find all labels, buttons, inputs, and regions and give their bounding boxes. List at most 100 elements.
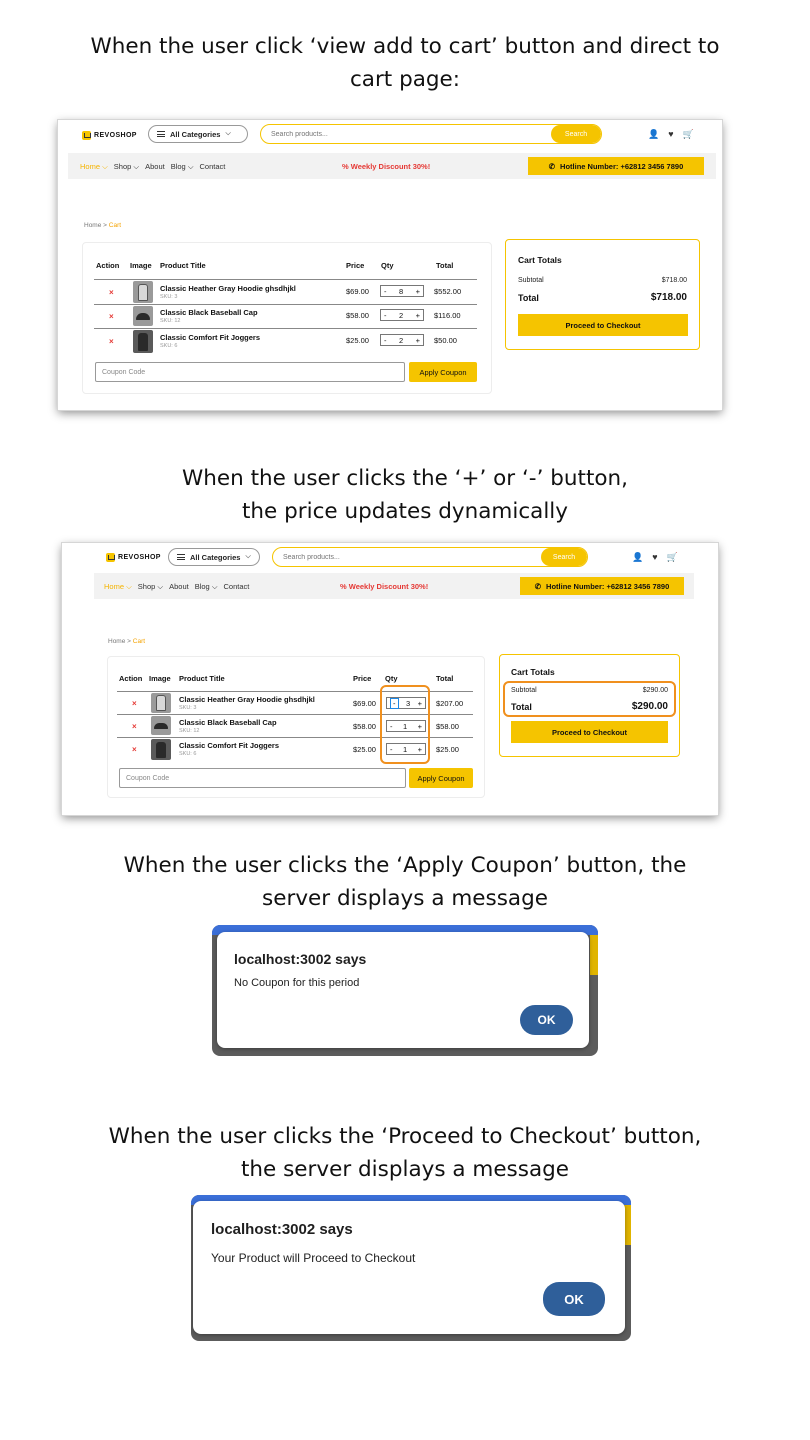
qty-plus-button[interactable]: + — [418, 722, 422, 731]
all-categories-dropdown[interactable]: All Categories ⌵ — [168, 548, 260, 566]
nav-about[interactable]: About — [145, 162, 165, 172]
qty-plus-button[interactable]: + — [418, 745, 422, 754]
user-icon[interactable]: 👤 — [632, 552, 643, 563]
qty-plus-button[interactable]: + — [418, 699, 422, 708]
proceed-to-checkout-button[interactable]: Proceed to Checkout — [511, 721, 668, 743]
coupon-code-input[interactable]: Coupon Code — [95, 362, 405, 382]
header-image: Image — [149, 674, 171, 683]
product-title[interactable]: Classic Black Baseball Cap — [179, 718, 277, 727]
cart-page-screenshot-1: REVOSHOP All Categories ⌵ Search 👤 ♥ 🛒 H… — [58, 120, 722, 410]
product-title[interactable]: Classic Comfort Fit Joggers — [179, 741, 279, 750]
qty-plus-button[interactable]: + — [416, 287, 420, 296]
row-divider — [94, 328, 477, 329]
remove-item-button[interactable]: × — [109, 288, 114, 297]
menu-icon — [177, 554, 185, 560]
qty-plus-button[interactable]: + — [416, 336, 420, 345]
hotline-label: Hotline Number: +62812 3456 7890 — [560, 161, 684, 171]
qty-value: 2 — [398, 310, 404, 320]
nav-home[interactable]: Home ⌵ — [80, 162, 108, 172]
search-button[interactable]: Search — [551, 125, 601, 143]
product-title[interactable]: Classic Heather Gray Hoodie ghsdhjkl — [179, 695, 315, 704]
remove-item-button[interactable]: × — [132, 699, 137, 708]
breadcrumb-home[interactable]: Home — [84, 222, 101, 229]
cart-icon[interactable]: 🛒 — [667, 552, 678, 563]
quantity-stepper: - 2 + — [380, 309, 424, 321]
heart-icon[interactable]: ♥ — [668, 129, 673, 140]
nav-bar: Home ⌵ Shop ⌵ About Blog ⌵ Contact % Wee… — [68, 153, 716, 179]
qty-minus-button[interactable]: - — [384, 311, 387, 320]
site-logo[interactable]: REVOSHOP — [106, 553, 161, 562]
product-image-joggers — [133, 330, 153, 353]
qty-value: 8 — [398, 286, 404, 296]
heart-icon[interactable]: ♥ — [652, 552, 657, 563]
nav-blog[interactable]: Blog ⌵ — [171, 162, 194, 172]
search-bar: Search — [260, 124, 602, 144]
header-icons: 👤 ♥ 🛒 — [648, 129, 694, 140]
cart-page-screenshot-2: REVOSHOP All Categories ⌵ Search 👤 ♥ 🛒 H… — [62, 543, 718, 815]
nav-shop[interactable]: Shop ⌵ — [138, 582, 163, 592]
caption-coupon-line2: server displays a message — [262, 886, 548, 911]
row-divider — [94, 279, 477, 280]
remove-item-button[interactable]: × — [132, 722, 137, 731]
remove-item-button[interactable]: × — [109, 337, 114, 346]
caption-qty-line1: When the user clicks the ‘+’ or ‘-’ butt… — [182, 466, 628, 491]
cart-icon[interactable]: 🛒 — [683, 129, 694, 140]
phone-icon: ✆ — [534, 581, 542, 591]
nav-blog[interactable]: Blog ⌵ — [195, 582, 218, 592]
breadcrumb-home[interactable]: Home — [108, 638, 125, 645]
search-input[interactable] — [261, 130, 551, 138]
row-total: $207.00 — [436, 699, 464, 708]
top-bar: REVOSHOP All Categories ⌵ Search 👤 ♥ 🛒 — [62, 543, 718, 573]
product-title[interactable]: Classic Heather Gray Hoodie ghsdhjkl — [160, 284, 296, 293]
remove-item-button[interactable]: × — [132, 745, 137, 754]
row-total: $58.00 — [436, 722, 459, 731]
product-sku: SKU: 6 — [160, 343, 178, 349]
apply-coupon-button[interactable]: Apply Coupon — [409, 362, 477, 382]
proceed-to-checkout-button[interactable]: Proceed to Checkout — [518, 314, 688, 336]
apply-coupon-button[interactable]: Apply Coupon — [409, 768, 473, 788]
remove-item-button[interactable]: × — [109, 312, 114, 321]
nav-bar: Home ⌵ Shop ⌵ About Blog ⌵ Contact % Wee… — [94, 573, 694, 599]
qty-minus-button[interactable]: - — [384, 336, 387, 345]
ok-button[interactable]: OK — [520, 1005, 573, 1035]
qty-minus-button[interactable]: - — [390, 722, 393, 731]
search-input[interactable] — [273, 553, 541, 561]
product-sku: SKU: 3 — [179, 705, 197, 711]
product-title[interactable]: Classic Black Baseball Cap — [160, 308, 258, 317]
row-divider — [117, 737, 473, 738]
cart-totals-title: Cart Totals — [518, 255, 562, 265]
qty-minus-button[interactable]: - — [384, 287, 387, 296]
nav-contact[interactable]: Contact — [200, 162, 226, 172]
product-image-cap — [133, 306, 153, 326]
search-button[interactable]: Search — [541, 548, 587, 566]
ok-button[interactable]: OK — [543, 1282, 605, 1316]
product-price: $69.00 — [346, 287, 369, 296]
header-action: Action — [96, 261, 120, 270]
weekly-discount-promo[interactable]: % Weekly Discount 30%! — [340, 582, 428, 591]
nav-links: Home ⌵ Shop ⌵ About Blog ⌵ Contact — [80, 162, 225, 172]
product-price: $25.00 — [353, 745, 376, 754]
coupon-code-input[interactable]: Coupon Code — [119, 768, 406, 788]
nav-links: Home ⌵ Shop ⌵ About Blog ⌵ Contact — [104, 582, 249, 592]
site-logo[interactable]: REVOSHOP — [82, 131, 137, 140]
row-total: $50.00 — [434, 336, 457, 345]
logo-text: REVOSHOP — [118, 554, 161, 561]
weekly-discount-promo[interactable]: % Weekly Discount 30%! — [342, 162, 430, 171]
user-icon[interactable]: 👤 — [648, 129, 659, 140]
caption-checkout-line2: the server displays a message — [240, 1157, 570, 1182]
hotline-button[interactable]: ✆ Hotline Number: +62812 3456 7890 — [528, 157, 704, 175]
nav-home[interactable]: Home ⌵ — [104, 582, 132, 592]
product-price: $58.00 — [346, 311, 369, 320]
nav-contact[interactable]: Contact — [224, 582, 250, 592]
qty-minus-button[interactable]: - — [390, 697, 399, 709]
nav-about[interactable]: About — [169, 582, 189, 592]
header-qty: Qty — [385, 674, 398, 683]
product-title[interactable]: Classic Comfort Fit Joggers — [160, 333, 260, 342]
qty-plus-button[interactable]: + — [416, 311, 420, 320]
search-bar: Search — [272, 547, 588, 567]
nav-shop[interactable]: Shop ⌵ — [114, 162, 139, 172]
qty-minus-button[interactable]: - — [390, 745, 393, 754]
all-categories-dropdown[interactable]: All Categories ⌵ — [148, 125, 248, 143]
dialog-message: Your Product will Proceed to Checkout — [211, 1251, 416, 1265]
hotline-button[interactable]: ✆ Hotline Number: +62812 3456 7890 — [520, 577, 684, 595]
